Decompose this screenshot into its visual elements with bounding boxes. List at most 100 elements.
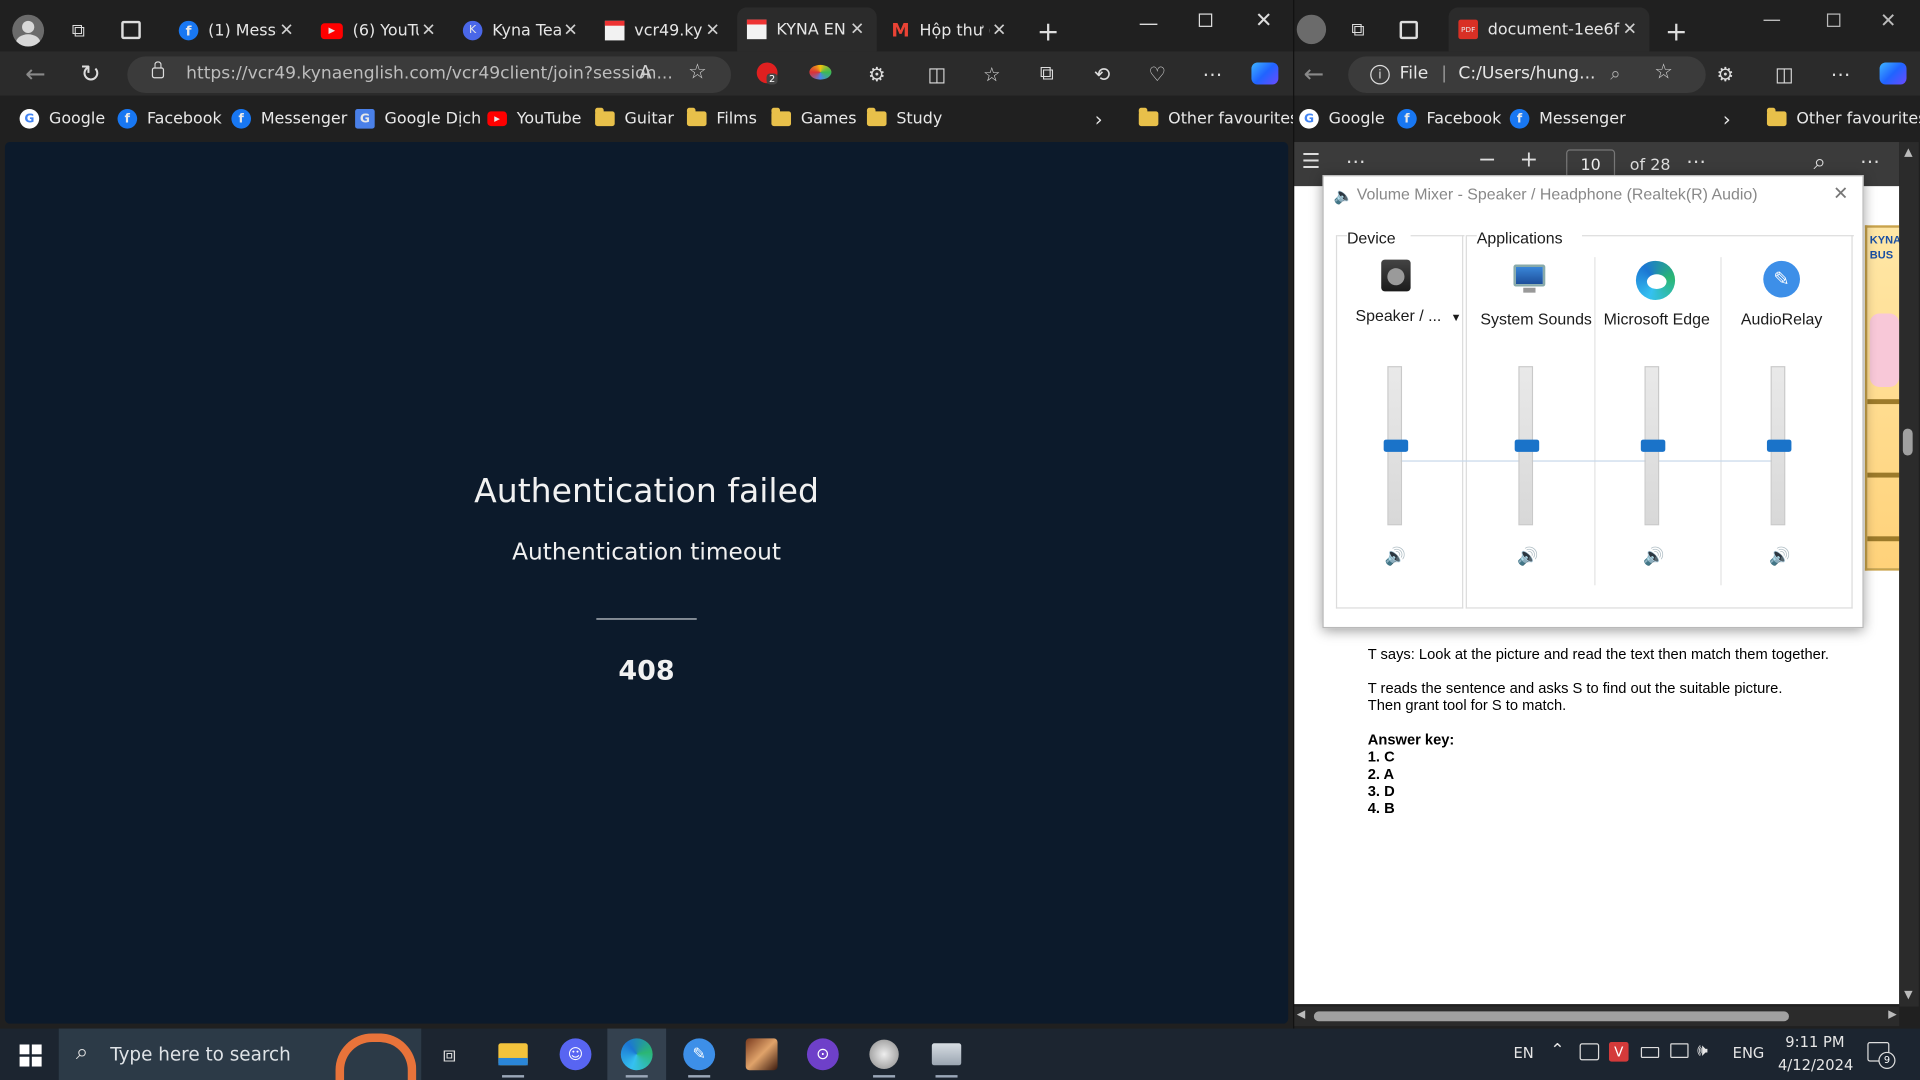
copilot-icon[interactable] — [1879, 62, 1907, 85]
audiorelay-taskbar-icon[interactable]: ✎ — [681, 1036, 718, 1078]
favorite-facebook[interactable]: f Facebook — [117, 105, 222, 132]
profile-avatar[interactable] — [1296, 14, 1327, 45]
maximize-button[interactable] — [1198, 13, 1213, 27]
start-button[interactable] — [19, 1044, 42, 1067]
tray-app-icon[interactable] — [1579, 1043, 1600, 1061]
tab-kyna-english[interactable]: KYNA EN ✕ — [737, 7, 877, 52]
close-icon[interactable]: ✕ — [277, 21, 297, 41]
favorite-folder-guitar[interactable]: Guitar — [595, 105, 674, 132]
system-sounds-mute-speaker-icon[interactable]: 🔊 — [1517, 546, 1538, 567]
tab-vcr49[interactable]: vcr49.kyn ✕ — [595, 10, 732, 52]
slider-thumb[interactable] — [1640, 439, 1666, 452]
close-window-button[interactable]: ✕ — [1875, 6, 1902, 33]
file-explorer-icon[interactable] — [495, 1036, 532, 1078]
favorite-folder-study[interactable]: Study — [866, 105, 942, 132]
language-short[interactable]: EN — [1513, 1044, 1533, 1061]
favorite-youtube[interactable]: ▶ YouTube — [487, 105, 581, 132]
clock-time[interactable]: 9:11 PM — [1785, 1033, 1844, 1050]
extensions-icon[interactable]: ⚙ — [864, 61, 888, 85]
more-options-icon[interactable]: ⋯ — [1686, 149, 1706, 172]
close-window-button[interactable]: ✕ — [1250, 7, 1277, 34]
new-tab-button[interactable]: + — [1033, 17, 1062, 48]
favorite-folder-games[interactable]: Games — [771, 105, 857, 132]
volume-icon[interactable]: 🕪 — [1697, 1041, 1708, 1061]
tab-actions-icon[interactable] — [1399, 20, 1418, 40]
collections-icon[interactable]: ⧉ — [1035, 61, 1059, 85]
slider-thumb[interactable] — [1514, 439, 1540, 452]
back-button[interactable]: ← — [1302, 59, 1326, 88]
search-icon[interactable]: ⌕ — [1813, 149, 1825, 175]
history-icon[interactable]: ⟲ — [1090, 61, 1114, 85]
address-bar[interactable]: https://vcr49.kynaenglish.com/vcr49clien… — [127, 56, 732, 94]
workspaces-icon[interactable]: ⧉ — [1346, 18, 1370, 40]
microsoft-edge-volume-slider[interactable] — [1640, 366, 1666, 526]
back-button[interactable]: ← — [23, 59, 47, 88]
address-bar[interactable]: i File | C:/Users/hung... ⌕ ☆ — [1348, 56, 1706, 94]
close-icon[interactable]: ✕ — [703, 21, 723, 41]
task-view-icon[interactable]: ⧈ — [431, 1036, 468, 1073]
extension-colorful-icon[interactable] — [809, 64, 832, 80]
discord-icon[interactable]: ☺ — [557, 1036, 594, 1073]
close-icon[interactable]: ✕ — [419, 21, 439, 41]
network-icon[interactable] — [1670, 1043, 1689, 1058]
workspaces-icon[interactable]: ⧉ — [66, 20, 90, 42]
favorite-folder-films[interactable]: Films — [686, 105, 757, 132]
minimize-button[interactable]: — — [1760, 7, 1784, 31]
vivaldi-tray-icon[interactable]: V — [1608, 1042, 1629, 1062]
favorite-google[interactable]: G Google — [19, 105, 105, 132]
more-tools-icon[interactable]: ⋯ — [1346, 149, 1366, 172]
horizontal-scroll-thumb[interactable] — [1313, 1011, 1789, 1022]
audiorelay-volume-slider[interactable] — [1766, 366, 1792, 526]
slider-thumb[interactable] — [1766, 439, 1792, 452]
favorite-star-icon[interactable]: ☆ — [688, 60, 707, 84]
refresh-button[interactable]: ↻ — [78, 59, 102, 88]
device-mute-speaker-icon[interactable]: 🔊 — [1385, 546, 1406, 567]
game-app-icon[interactable] — [743, 1036, 780, 1073]
microsoft-edge-taskbar-icon[interactable] — [618, 1036, 655, 1078]
profile-avatar[interactable] — [12, 14, 45, 47]
favorite-star-icon[interactable]: ☆ — [1654, 60, 1673, 84]
remote-desktop-icon[interactable] — [928, 1036, 965, 1078]
favorite-google[interactable]: G Google — [1299, 105, 1385, 132]
new-tab-button[interactable]: + — [1662, 17, 1691, 48]
more-icon[interactable]: ⋯ — [1200, 61, 1224, 85]
tab-actions-icon[interactable] — [121, 20, 141, 40]
tab-messenger[interactable]: f (1) Messe ✕ — [169, 10, 306, 52]
performance-icon[interactable]: ♡ — [1145, 61, 1169, 85]
audio-app-icon[interactable] — [866, 1036, 903, 1078]
minimize-button[interactable]: — — [1134, 10, 1163, 34]
close-icon[interactable]: ✕ — [1833, 182, 1848, 205]
system-sounds-volume-slider[interactable] — [1514, 366, 1540, 526]
table-of-contents-icon[interactable]: ☰ — [1302, 149, 1321, 173]
extensions-icon[interactable]: ⚙ — [1713, 61, 1737, 85]
close-icon[interactable]: ✕ — [1620, 20, 1640, 40]
copilot-icon[interactable] — [1251, 62, 1279, 85]
maximize-button[interactable] — [1826, 13, 1841, 27]
adblock-extension-icon[interactable]: 2 — [756, 62, 778, 85]
tab-kyna-teacher[interactable]: K Kyna Teac ✕ — [453, 10, 590, 52]
tab-gmail[interactable]: M Hộp thư ( ✕ — [882, 10, 1019, 52]
tab-youtube[interactable]: ▶ (6) YouTu ✕ — [311, 10, 448, 52]
zoom-in-icon[interactable]: + — [1520, 147, 1538, 173]
other-favourites[interactable]: Other favourites — [1766, 105, 1920, 132]
language-indicator[interactable]: ENG — [1733, 1044, 1765, 1061]
vertical-scrollbar[interactable]: ▲ ▼ — [1899, 142, 1919, 1007]
show-hidden-icons-chevron-up-icon[interactable]: ⌃ — [1550, 1041, 1564, 1061]
audiorelay-mute-speaker-icon[interactable]: 🔊 — [1769, 546, 1790, 567]
favorites-overflow-chevron-icon[interactable]: › — [1723, 105, 1731, 132]
more-icon[interactable]: ⋯ — [1828, 61, 1852, 85]
slider-thumb[interactable] — [1383, 439, 1409, 452]
clock-date[interactable]: 4/12/2024 — [1778, 1057, 1853, 1074]
close-icon[interactable]: ✕ — [847, 20, 867, 40]
horizontal-scrollbar[interactable]: ◀ ▶ — [1294, 1006, 1900, 1027]
zoom-out-icon[interactable]: − — [1478, 147, 1496, 173]
device-volume-slider[interactable] — [1383, 366, 1409, 526]
device-selector[interactable]: Speaker / ... ▼ — [1356, 306, 1462, 324]
close-icon[interactable]: ✕ — [989, 21, 1009, 41]
favorites-overflow-chevron-icon[interactable]: › — [1095, 105, 1103, 132]
search-box[interactable]: ⌕ Type here to search — [58, 1028, 422, 1080]
tab-document-pdf[interactable]: PDF document-1ee6f1f ✕ — [1448, 7, 1650, 52]
info-icon[interactable]: i — [1370, 64, 1390, 85]
favorite-messenger[interactable]: f Messenger — [1509, 105, 1626, 132]
edge-mute-speaker-icon[interactable]: 🔊 — [1643, 546, 1664, 567]
